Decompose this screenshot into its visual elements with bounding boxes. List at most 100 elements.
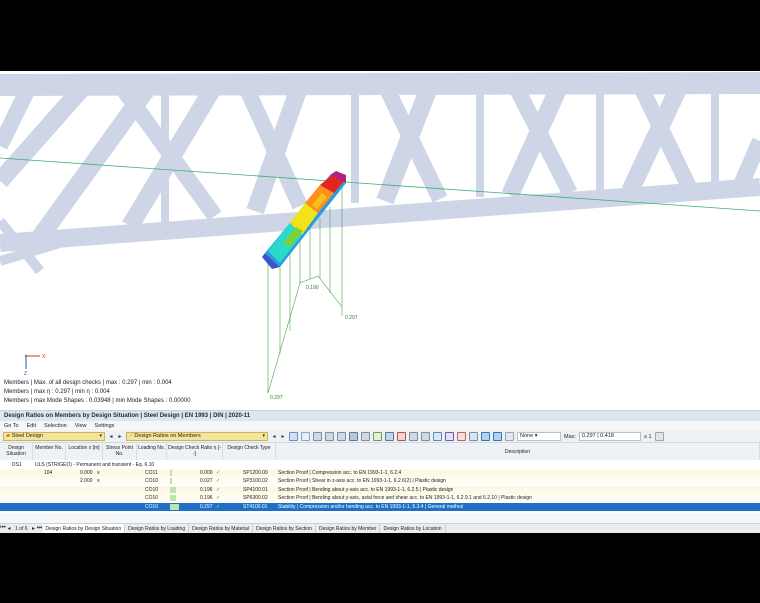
- ratio-limit: ≤ 1: [643, 433, 652, 440]
- description-cell: Section Proof | Bending about y-axis acc…: [278, 486, 454, 493]
- column-header-location[interactable]: Location x [m]: [66, 443, 103, 460]
- tab-by-section[interactable]: Design Ratios by Section: [253, 523, 316, 533]
- show-values-icon[interactable]: [469, 432, 478, 441]
- table-row[interactable]: CO10 0.297 ✓ ST4100.01 Stability | Compressi…: [0, 502, 760, 511]
- table-view-icon[interactable]: [313, 432, 322, 441]
- location-cell: 2.000: [80, 478, 93, 485]
- module-combo[interactable]: ▰ Steel Design ▾: [3, 432, 105, 441]
- check-ok-icon: ✓: [216, 470, 221, 476]
- clear-selection-icon[interactable]: [397, 432, 406, 441]
- tab-by-design-situation[interactable]: Design Ratios by Design Situation: [42, 523, 126, 533]
- check-type-cell: SP4100.01: [243, 486, 268, 493]
- tab-by-location[interactable]: Design Ratios by Location: [380, 523, 446, 533]
- ratio-bar: [170, 503, 179, 510]
- location-marker-cell: ≡: [97, 478, 100, 485]
- ratio-cell: 0.297: [200, 503, 213, 510]
- previous-module-arrow[interactable]: ◂: [108, 433, 114, 440]
- column-header-member-no[interactable]: Member No.: [33, 443, 66, 460]
- max-value-field[interactable]: 0.297 | 0.418: [578, 432, 641, 441]
- zoom-to-icon[interactable]: [301, 432, 310, 441]
- check-type-cell: SP3100.02: [243, 478, 268, 485]
- menu-view[interactable]: View: [75, 421, 87, 431]
- next-module-arrow[interactable]: ▸: [117, 433, 123, 440]
- print-icon[interactable]: [433, 432, 442, 441]
- results-tabbar: ⏮ ◂ 1 of 6 ▸ ⏭ Design Ratios by Design S…: [0, 523, 760, 533]
- member-no-cell: 104: [44, 470, 53, 476]
- axis-z-label: Z: [24, 371, 27, 377]
- result-diagram-icon[interactable]: [457, 432, 466, 441]
- loading-cell: CO11: [145, 470, 158, 476]
- visibility-icon[interactable]: [409, 432, 418, 441]
- filter-table-icon[interactable]: [325, 432, 334, 441]
- design-situation-description: ULS (STR/GEO) - Permanent and transient …: [35, 462, 155, 468]
- axis-gizmo: X Z: [24, 354, 46, 377]
- chevron-down-icon: ▾: [534, 433, 538, 439]
- column-header-design-situation[interactable]: Design Situation: [0, 443, 33, 460]
- tab-by-member[interactable]: Design Ratios by Member: [316, 523, 381, 533]
- check-type-cell: SP6300.02: [243, 495, 268, 502]
- menu-go-to[interactable]: Go To: [4, 421, 19, 431]
- location-marker-cell: ≡: [97, 470, 100, 476]
- table-row[interactable]: 2.000 ≡ CO10 0.027 ✓ SP3100.02 Section Proof |…: [0, 477, 760, 486]
- column-header-loading-no[interactable]: Loading No.: [137, 443, 167, 460]
- select-icon[interactable]: [289, 432, 298, 441]
- application-window: 0.190 0.297 0.297 X Z Members | Max. of …: [0, 71, 760, 533]
- table-row[interactable]: CO10 0.196 ✓ SP6300.02 Section Proof | Bendi…: [0, 494, 760, 503]
- axis-x-label: X: [42, 354, 46, 360]
- panel-menubar: Go To Edit Selection View Settings: [0, 421, 760, 431]
- search-icon[interactable]: [421, 432, 430, 441]
- tab-by-material[interactable]: Design Ratios by Material: [189, 523, 254, 533]
- info-line-max-design-checks: Members | Max. of all design checks | ma…: [4, 380, 172, 386]
- filter-combo[interactable]: None ▾: [517, 432, 561, 441]
- results-panel: Design Ratios on Members by Design Situa…: [0, 410, 760, 533]
- column-setup-icon[interactable]: [337, 432, 346, 441]
- result-type-combo[interactable]: ⟋ Design Ratios on Members ▾: [126, 432, 268, 441]
- check-type-cell: SP1200.00: [243, 470, 268, 476]
- loading-cell: CO10: [145, 486, 159, 493]
- chevron-down-icon: ▾: [262, 433, 265, 439]
- chevron-down-icon: ▾: [99, 433, 102, 439]
- description-cell: Section Proof | Bending about y-axis, ax…: [278, 495, 532, 502]
- ratio-bar: [170, 495, 176, 502]
- menu-settings[interactable]: Settings: [95, 421, 115, 431]
- check-ok-icon: ✓: [216, 503, 221, 510]
- info-line-eta: Members | max η : 0.297 | min η : 0.004: [4, 389, 110, 395]
- filter-active-icon[interactable]: [493, 432, 502, 441]
- panel-title: Design Ratios on Members by Design Situa…: [0, 411, 760, 421]
- panel-toolbar: ▰ Steel Design ▾ ◂ ▸ ⟋ Design Ratios on …: [0, 431, 760, 443]
- export-table-icon[interactable]: [361, 432, 370, 441]
- color-scale-icon[interactable]: [445, 432, 454, 441]
- table-row[interactable]: CO10 0.196 ✓ SP4100.01 Section Proof | Bendi…: [0, 485, 760, 494]
- model-viewport[interactable]: 0.190 0.297 0.297 X Z Members | Max. of …: [0, 71, 760, 410]
- tab-by-loading[interactable]: Design Ratios by Loading: [125, 523, 190, 533]
- loading-cell: CO10: [145, 503, 159, 510]
- menu-edit[interactable]: Edit: [27, 421, 36, 431]
- loading-cell: CO10: [145, 478, 159, 485]
- diagram-label-right: 0.297: [345, 315, 358, 321]
- column-header-check-type[interactable]: Design Check Type: [223, 443, 276, 460]
- column-header-description[interactable]: Description: [276, 443, 760, 460]
- ratio-bar: [170, 470, 172, 476]
- truss-model-graphic: 0.190 0.297 0.297 X Z: [0, 72, 760, 401]
- grid-settings-icon[interactable]: [349, 432, 358, 441]
- group-row[interactable]: DS1 ULS (STR/GEO) - Permanent and transi…: [0, 461, 760, 469]
- member-filter-icon[interactable]: [385, 432, 394, 441]
- previous-result-arrow[interactable]: ◂: [271, 433, 277, 440]
- menu-selection[interactable]: Selection: [44, 421, 67, 431]
- filter-off-icon[interactable]: [505, 432, 514, 441]
- table-row[interactable]: 104 0.000 ≡ CO11 0.000 ✓ SP1200.00 Section Proo…: [0, 469, 760, 477]
- description-cell: Section Proof | Compression acc. to EN 1…: [278, 470, 402, 476]
- diagram-label-mid: 0.190: [306, 285, 319, 291]
- column-header-stress-point[interactable]: Stress Point No.: [103, 443, 137, 460]
- check-ok-icon: ✓: [216, 486, 221, 493]
- settings-icon[interactable]: [654, 432, 664, 441]
- location-cell: 0.000: [80, 470, 93, 476]
- info-line-mode-shapes: Members | max Mode Shapes : 0.03948 | mi…: [4, 398, 191, 404]
- next-result-arrow[interactable]: ▸: [280, 433, 286, 440]
- ratio-bar: [170, 478, 172, 485]
- check-ok-icon: ✓: [216, 495, 221, 502]
- ratio-cell: 0.196: [200, 495, 213, 502]
- column-header-ratio[interactable]: Design Check Ratio η [--]: [167, 443, 223, 460]
- excel-export-icon[interactable]: [373, 432, 382, 441]
- filter-icon[interactable]: [481, 432, 490, 441]
